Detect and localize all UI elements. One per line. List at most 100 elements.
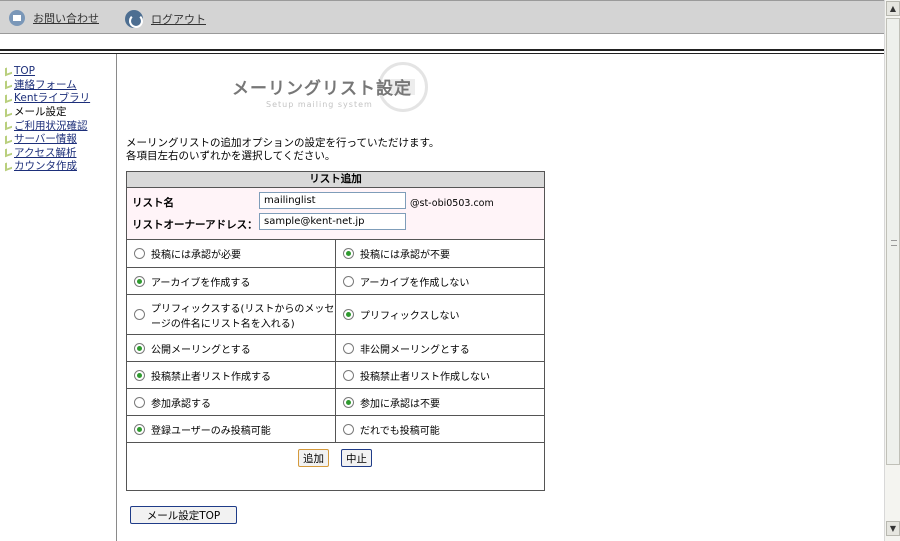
option-label: 投稿禁止者リスト作成しない [360, 371, 490, 383]
sidebar-item-mail-settings: メール設定 [5, 105, 90, 119]
header-divider-thin [0, 53, 884, 54]
intro-text: メーリングリストの追加オプションの設定を行っていただけます。 各項目左右のいずれ… [126, 137, 439, 163]
sidebar-item-top[interactable]: TOP [5, 64, 90, 78]
radio-button[interactable] [343, 275, 354, 287]
option-choice-right[interactable]: 投稿には承認が不要 [335, 240, 544, 267]
bullet-icon [5, 106, 12, 117]
sidebar-item-server-info[interactable]: サーバー情報 [5, 132, 90, 146]
option-choice-right[interactable]: アーカイブを作成しない [335, 268, 544, 294]
bullet-icon [5, 79, 12, 90]
bullet-icon [5, 147, 12, 158]
radio-button[interactable] [134, 423, 145, 435]
sidebar-item-counter[interactable]: カウンタ作成 [5, 159, 90, 173]
option-choice-left[interactable]: 公開メーリングとする [127, 335, 335, 361]
header-divider [0, 49, 884, 51]
option-label: 登録ユーザーのみ投稿可能 [151, 425, 271, 437]
option-choice-left[interactable]: プリフィックスする(リストからのメッセージの件名にリスト名を入れる) [127, 295, 335, 334]
arrow-down-icon[interactable]: ▼ [886, 521, 900, 536]
option-label: 投稿には承認が不要 [360, 250, 450, 261]
grip-icon [891, 240, 897, 246]
option-label: アーカイブを作成する [151, 277, 251, 289]
arrow-up-icon[interactable]: ▲ [886, 1, 900, 16]
radio-button[interactable] [343, 423, 354, 435]
add-button[interactable]: 追加 [298, 449, 329, 467]
form-buttons: 追加 中止 [127, 443, 544, 493]
sidebar-item-kent-library[interactable]: Kentライブラリ [5, 91, 90, 105]
logout-link-label: ログアウト [151, 13, 206, 26]
radio-button[interactable] [134, 309, 145, 320]
option-row: 公開メーリングとする 非公開メーリングとする [127, 335, 544, 362]
option-row: アーカイブを作成する アーカイブを作成しない [127, 268, 544, 295]
radio-button[interactable] [134, 342, 145, 354]
radio-button[interactable] [134, 396, 145, 408]
option-choice-left[interactable]: 登録ユーザーのみ投稿可能 [127, 416, 335, 442]
mail-settings-top-button[interactable]: メール設定TOP [130, 506, 237, 524]
option-row: 参加承認する 参加に承認は不要 [127, 389, 544, 416]
page-title-banner: メーリングリスト設定 Setup mailing system [232, 62, 432, 114]
radio-button[interactable] [343, 342, 354, 354]
page-title: メーリングリスト設定 [232, 79, 412, 99]
logout-icon [125, 10, 143, 28]
bullet-icon [5, 65, 12, 77]
radio-button[interactable] [343, 396, 354, 408]
option-label: だれでも投稿可能 [360, 425, 440, 437]
bullet-icon [5, 92, 12, 104]
list-name-input[interactable] [259, 192, 406, 209]
option-label: 非公開メーリングとする [360, 344, 470, 356]
option-row: 投稿には承認が必要 投稿には承認が不要 [127, 240, 544, 268]
sidebar-nav: TOP 連絡フォーム Kentライブラリ メール設定 ご利用状況確認 サーバー情… [5, 64, 90, 173]
contact-link[interactable]: お問い合わせ [9, 10, 99, 26]
option-choice-left[interactable]: 投稿禁止者リスト作成する [127, 362, 335, 388]
sidebar-item-contact-form[interactable]: 連絡フォーム [5, 78, 90, 92]
option-choice-left[interactable]: アーカイブを作成する [127, 268, 335, 294]
radio-button[interactable] [343, 369, 354, 381]
option-label: 参加承認する [151, 398, 211, 410]
mail-icon [9, 10, 25, 26]
sidebar-item-usage-status[interactable]: ご利用状況確認 [5, 118, 90, 132]
option-choice-right[interactable]: 参加に承認は不要 [335, 389, 544, 415]
option-row: 投稿禁止者リスト作成する 投稿禁止者リスト作成しない [127, 362, 544, 389]
owner-address-input[interactable] [259, 213, 406, 230]
option-rows: 投稿には承認が必要 投稿には承認が不要 アーカイブを作成する アーカイブを作成しないプ… [127, 240, 544, 443]
form-heading: リスト追加 [127, 172, 544, 188]
top-header-bar: お問い合わせ ログアウト [0, 0, 884, 34]
option-choice-right[interactable]: 非公開メーリングとする [335, 335, 544, 361]
option-choice-right[interactable]: 投稿禁止者リスト作成しない [335, 362, 544, 388]
option-label: アーカイブを作成しない [360, 277, 470, 289]
option-choice-right[interactable]: だれでも投稿可能 [335, 416, 544, 442]
option-label: 投稿には承認が必要 [151, 250, 241, 261]
scrollbar-thumb[interactable] [886, 18, 900, 465]
owner-address-label: リストオーナーアドレス： [132, 219, 258, 231]
bullet-icon [5, 133, 12, 145]
option-label: プリフィックスする(リストからのメッセージの件名にリスト名を入れる) [151, 303, 335, 330]
bullet-icon [5, 160, 12, 172]
list-name-label: リスト名 [132, 197, 174, 209]
logout-link[interactable]: ログアウト [125, 10, 206, 28]
radio-button[interactable] [134, 275, 145, 287]
page-subtitle: Setup mailing system [266, 100, 373, 109]
intro-line-2: 各項目左右のいずれかを選択してください。 [126, 150, 336, 162]
radio-button[interactable] [343, 248, 354, 259]
option-choice-left[interactable]: 参加承認する [127, 389, 335, 415]
bullet-icon [5, 119, 12, 131]
option-label: 投稿禁止者リスト作成する [151, 371, 271, 383]
vertical-scrollbar[interactable]: ▲ ▼ [884, 0, 900, 541]
radio-button[interactable] [134, 369, 145, 381]
cancel-button[interactable]: 中止 [341, 449, 372, 467]
sidebar-item-label[interactable]: TOP [14, 65, 35, 77]
sidebar-item-access-analysis[interactable]: アクセス解析 [5, 146, 90, 160]
contact-link-label: お問い合わせ [33, 12, 99, 25]
radio-button[interactable] [134, 248, 145, 259]
option-choice-left[interactable]: 投稿には承認が必要 [127, 240, 335, 267]
option-row: プリフィックスする(リストからのメッセージの件名にリスト名を入れる) プリフィック… [127, 295, 544, 335]
radio-button[interactable] [343, 309, 354, 320]
form-fields: リスト名 @st-obi0503.com リストオーナーアドレス： [127, 188, 544, 240]
option-row: 登録ユーザーのみ投稿可能 だれでも投稿可能 [127, 416, 544, 443]
sidebar: TOP 連絡フォーム Kentライブラリ メール設定 ご利用状況確認 サーバー情… [0, 54, 117, 541]
option-label: プリフィックスしない [360, 311, 460, 322]
option-choice-right[interactable]: プリフィックスしない [335, 295, 544, 334]
intro-line-1: メーリングリストの追加オプションの設定を行っていただけます。 [126, 137, 440, 149]
sidebar-item-label[interactable]: カウンタ作成 [14, 158, 77, 173]
list-domain: @st-obi0503.com [410, 198, 494, 209]
option-label: 公開メーリングとする [151, 344, 251, 356]
